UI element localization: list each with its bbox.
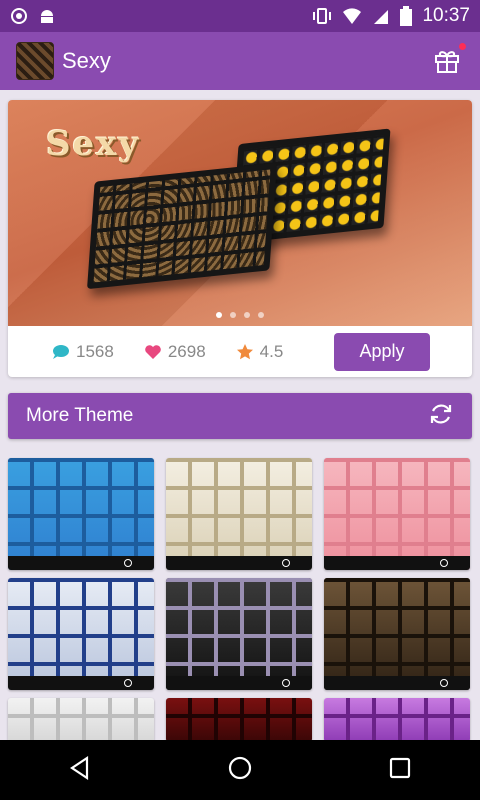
app-title: Sexy [62,48,111,73]
more-theme-header: More Theme [8,393,472,439]
carousel-dot [230,312,236,318]
gift-icon [435,51,459,73]
refresh-icon [430,404,452,423]
status-bar: 10:37 [0,0,480,32]
theme-thumbnail-cream[interactable] [166,458,312,570]
theme-thumbnail-red[interactable] [166,698,312,742]
rating-value: 4.5 [259,341,284,361]
carousel-dot [216,312,222,318]
keyboard-preview-letters [87,162,277,290]
like-count: 2698 [167,341,206,361]
app-logo [16,42,54,80]
android-icon [38,7,56,25]
cell-signal-icon [372,7,390,25]
home-icon [228,756,252,779]
theme-thumbnail-black-glass[interactable] [166,578,312,690]
notification-dot [459,43,466,50]
theme-thumbnail-navy[interactable] [8,578,154,690]
rating-stat: 4.5 [236,341,284,362]
refresh-button[interactable] [428,401,454,432]
theme-grid [8,458,472,742]
comment-icon [53,344,69,359]
carousel-dot [244,312,250,318]
battery-icon [400,6,413,26]
comment-stat[interactable]: 1568 [52,342,114,362]
star-icon [236,343,253,359]
heart-icon [145,344,161,359]
wifi-icon [342,7,362,25]
gift-button[interactable] [432,43,466,77]
theme-thumbnail-pink[interactable] [324,458,470,570]
apply-button[interactable]: Apply [334,332,430,371]
more-theme-title: More Theme [26,405,134,426]
featured-theme-card: Sexy 1568 2698 4.5 Apply [8,100,472,377]
theme-thumbnail-white[interactable] [8,698,154,742]
carousel-indicator [8,312,472,318]
sync-icon [10,7,28,25]
status-time: 10:37 [422,5,470,26]
theme-preview-banner[interactable]: Sexy [8,100,472,326]
banner-title: Sexy [46,124,141,164]
theme-stats: 1568 2698 4.5 Apply [8,326,472,377]
home-button[interactable] [227,755,253,786]
back-icon [70,755,89,780]
theme-thumbnail-blue[interactable] [8,458,154,570]
like-stat[interactable]: 2698 [144,342,206,362]
vibrate-icon [312,7,332,25]
system-nav-bar [0,740,480,800]
theme-thumbnail-leopard[interactable] [324,578,470,690]
back-button[interactable] [67,755,93,786]
carousel-dot [258,312,264,318]
comment-count: 1568 [76,341,114,361]
recents-icon [389,757,411,778]
theme-thumbnail-purple[interactable] [324,698,470,742]
recents-button[interactable] [387,755,413,786]
app-bar: Sexy [0,32,480,90]
